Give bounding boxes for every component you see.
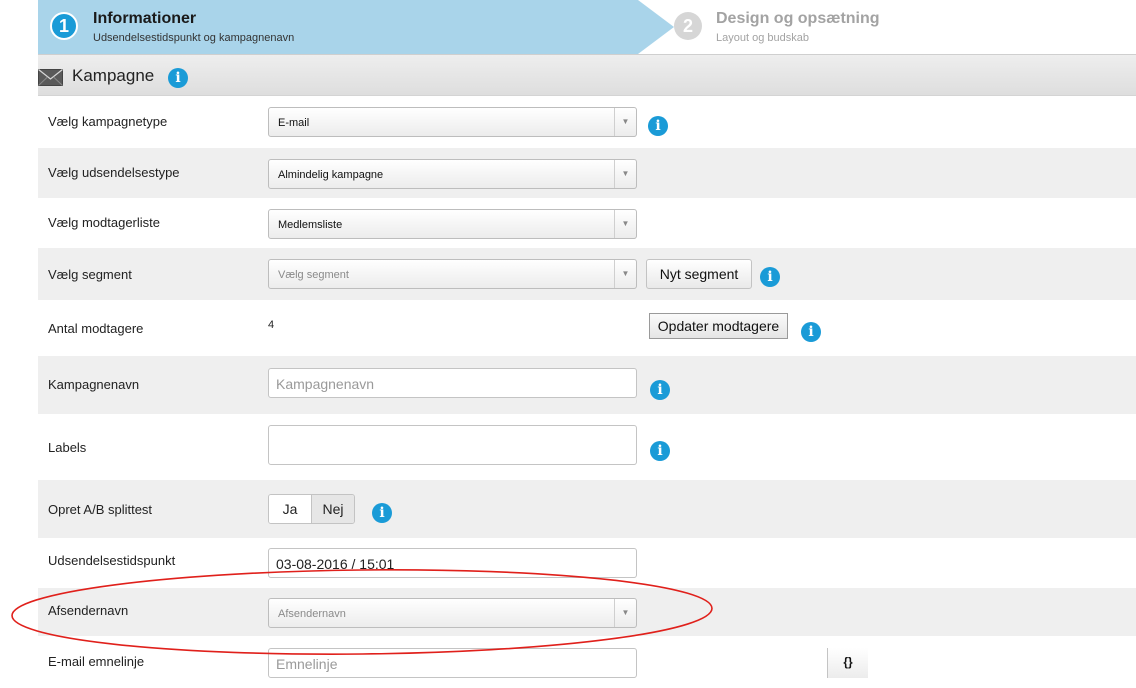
send-type-label: Vælg udsendelsestype [48,165,180,180]
segment-placeholder: Vælg segment [278,269,349,281]
ab-test-yes-option[interactable]: Ja [269,495,312,523]
row-campaign-type: Vælg kampagnetype E-mail ▼ i [38,96,1136,148]
step-2-subtitle: Layout og budskab [716,32,809,44]
row-send-time: Udsendelsestidspunkt 03-08-2016 / 15:01 [38,538,1136,588]
ab-test-no-option[interactable]: Nej [312,495,354,523]
campaign-name-label: Kampagnenavn [48,377,140,392]
segment-select[interactable]: Vælg segment ▼ [268,259,637,289]
envelope-icon [38,69,63,86]
sender-name-placeholder: Afsendernavn [278,608,346,620]
segment-label: Vælg segment [48,267,132,282]
row-send-type: Vælg udsendelsestype Almindelig kampagne… [38,148,1136,198]
campaign-type-label: Vælg kampagnetype [48,114,168,129]
ab-test-toggle[interactable]: Ja Nej [268,494,355,524]
info-icon[interactable]: i [801,322,821,342]
sender-name-select[interactable]: Afsendernavn ▼ [268,598,637,628]
ab-test-label: Opret A/B splittest [48,502,153,517]
section-title: Kampagne [72,66,155,85]
step-informationer[interactable]: 1 Informationer Udsendelsestidspunkt og … [38,0,638,54]
campaign-name-input[interactable]: Kampagnenavn [268,368,637,398]
new-segment-button[interactable]: Nyt segment [646,259,752,289]
info-icon[interactable]: i [650,380,670,400]
wizard-steps: 1 Informationer Udsendelsestidspunkt og … [38,0,1136,54]
recipient-count-value: 4 [268,319,275,331]
info-icon[interactable]: i [372,503,392,523]
step-2-title[interactable]: Design og opsætning [716,10,880,28]
labels-label: Labels [48,440,87,455]
send-time-input[interactable]: 03-08-2016 / 15:01 [268,548,637,578]
info-icon[interactable]: i [168,68,188,88]
chevron-down-icon: ▼ [614,160,636,188]
update-recipients-button[interactable]: Opdater modtagere [649,313,788,339]
info-icon[interactable]: i [648,116,668,136]
section-header: Kampagne i [38,54,1136,96]
recipient-count-label: Antal modtagere [48,321,144,336]
recipient-list-value: Medlemsliste [278,219,343,231]
labels-input[interactable] [268,425,637,465]
sender-name-label: Afsendernavn [48,603,129,618]
info-icon[interactable]: i [650,441,670,461]
send-type-select[interactable]: Almindelig kampagne ▼ [268,159,637,189]
row-ab-test: Opret A/B splittest Ja Nej i [38,480,1136,538]
row-labels: Labels i [38,414,1136,480]
campaign-type-select[interactable]: E-mail ▼ [268,107,637,137]
campaign-name-placeholder: Kampagnenavn [276,376,375,392]
step-2-number[interactable]: 2 [674,12,702,40]
chevron-down-icon: ▼ [614,108,636,136]
chevron-down-icon: ▼ [614,260,636,288]
row-recipient-list: Vælg modtagerliste Medlemsliste ▼ [38,198,1136,248]
send-type-value: Almindelig kampagne [278,169,384,181]
step-1-title: Informationer [93,10,197,27]
row-recipient-count: Antal modtagere 4 Opdater modtagere i [38,300,1136,356]
subject-placeholder: Emnelinje [276,656,338,672]
chevron-down-icon: ▼ [614,210,636,238]
subject-input[interactable]: Emnelinje {} [268,648,868,678]
step-1-arrow [638,0,674,54]
row-campaign-name: Kampagnenavn Kampagnenavn i [38,356,1136,414]
row-subject: E-mail emnelinje Emnelinje {} [38,636,1136,688]
row-sender-name: Afsendernavn Afsendernavn ▼ [38,588,1136,636]
row-segment: Vælg segment Vælg segment ▼ Nyt segment … [38,248,1136,300]
campaign-type-value: E-mail [278,117,310,129]
recipient-list-select[interactable]: Medlemsliste ▼ [268,209,637,239]
subject-label: E-mail emnelinje [48,654,145,669]
step-1-number: 1 [50,12,78,40]
merge-tag-button[interactable]: {} [827,648,868,678]
step-1-subtitle: Udsendelsestidspunkt og kampagnenavn [93,32,295,44]
send-time-label: Udsendelsestidspunkt [48,553,176,568]
send-time-value: 03-08-2016 / 15:01 [276,556,395,572]
recipient-list-label: Vælg modtagerliste [48,215,160,230]
info-icon[interactable]: i [760,267,780,287]
chevron-down-icon: ▼ [614,599,636,627]
